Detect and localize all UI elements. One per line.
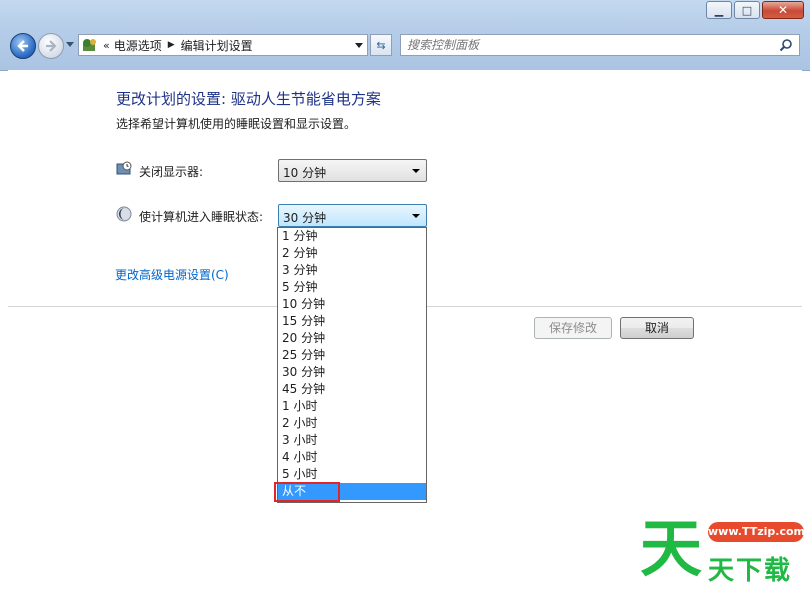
list-item[interactable]: 45 分钟 bbox=[278, 381, 426, 398]
monitor-clock-icon bbox=[116, 161, 132, 175]
list-item[interactable]: 5 分钟 bbox=[278, 279, 426, 296]
window-titlebar: ▁ □ ✕ « 电源选项 ▶ 编辑计划设置 ⇆ bbox=[0, 0, 810, 71]
search-box[interactable] bbox=[400, 34, 800, 56]
advanced-power-settings-link[interactable]: 更改高级电源设置(C) bbox=[115, 266, 229, 283]
display-off-label: 关闭显示器: bbox=[139, 165, 204, 179]
list-item[interactable]: 2 小时 bbox=[278, 415, 426, 432]
breadcrumb-overflow[interactable]: « bbox=[103, 39, 110, 52]
watermark-big-char: 天 bbox=[640, 512, 703, 585]
sleep-label: 使计算机进入睡眠状态: bbox=[139, 210, 264, 224]
chevron-down-icon bbox=[412, 214, 420, 218]
search-input[interactable] bbox=[407, 37, 767, 53]
list-item[interactable]: 30 分钟 bbox=[278, 364, 426, 381]
list-item[interactable]: 3 小时 bbox=[278, 432, 426, 449]
list-item[interactable]: 3 分钟 bbox=[278, 262, 426, 279]
list-item[interactable]: 5 小时 bbox=[278, 466, 426, 483]
save-button[interactable]: 保存修改 bbox=[534, 317, 612, 339]
minimize-icon: ▁ bbox=[714, 3, 724, 17]
list-item[interactable]: 25 分钟 bbox=[278, 347, 426, 364]
sleep-moon-icon bbox=[116, 206, 132, 222]
watermark-text: 天下载 bbox=[708, 556, 793, 586]
sleep-options-list[interactable]: 1 分钟 2 分钟 3 分钟 5 分钟 10 分钟 15 分钟 20 分钟 25… bbox=[277, 227, 427, 503]
list-item[interactable]: 1 小时 bbox=[278, 398, 426, 415]
page-title: 更改计划的设置: 驱动人生节能省电方案 bbox=[116, 90, 381, 108]
minimize-button[interactable]: ▁ bbox=[706, 1, 732, 19]
address-dropdown-icon[interactable] bbox=[355, 43, 363, 48]
chevron-down-icon bbox=[412, 169, 420, 173]
cancel-button[interactable]: 取消 bbox=[620, 317, 694, 339]
list-item[interactable]: 2 分钟 bbox=[278, 245, 426, 262]
sleep-value: 30 分钟 bbox=[283, 211, 327, 225]
breadcrumb-power-options[interactable]: 电源选项 bbox=[114, 37, 162, 54]
refresh-button[interactable]: ⇆ bbox=[370, 34, 392, 56]
sleep-select[interactable]: 30 分钟 bbox=[278, 204, 427, 227]
maximize-button[interactable]: □ bbox=[734, 1, 760, 19]
list-item[interactable]: 15 分钟 bbox=[278, 313, 426, 330]
annotation-highlight-box bbox=[274, 482, 340, 502]
search-icon[interactable] bbox=[779, 38, 793, 52]
arrow-left-icon bbox=[17, 40, 28, 52]
list-item[interactable]: 4 小时 bbox=[278, 449, 426, 466]
display-off-select[interactable]: 10 分钟 bbox=[278, 159, 427, 182]
watermark-logo: 天 www.TTzip.com 天下载 bbox=[620, 514, 810, 590]
maximize-icon: □ bbox=[741, 3, 753, 17]
list-item[interactable]: 20 分钟 bbox=[278, 330, 426, 347]
control-panel-icon bbox=[83, 39, 96, 51]
breadcrumb-edit-plan[interactable]: 编辑计划设置 bbox=[181, 37, 253, 54]
back-button[interactable] bbox=[10, 33, 36, 59]
list-item[interactable]: 1 分钟 bbox=[278, 228, 426, 245]
recent-pages-dropdown[interactable] bbox=[66, 42, 74, 47]
refresh-icon: ⇆ bbox=[376, 38, 386, 52]
forward-button[interactable] bbox=[38, 33, 64, 59]
close-button[interactable]: ✕ bbox=[762, 1, 804, 19]
close-icon: ✕ bbox=[777, 3, 789, 17]
page-subtitle: 选择希望计算机使用的睡眠设置和显示设置。 bbox=[116, 117, 357, 131]
breadcrumb-separator-icon[interactable]: ▶ bbox=[168, 40, 175, 50]
display-off-value: 10 分钟 bbox=[283, 166, 327, 180]
address-bar[interactable]: « 电源选项 ▶ 编辑计划设置 bbox=[78, 34, 368, 56]
arrow-right-icon bbox=[46, 40, 57, 52]
watermark-site: www.TTzip.com bbox=[708, 522, 805, 542]
caption-buttons: ▁ □ ✕ bbox=[704, 1, 804, 19]
list-item[interactable]: 10 分钟 bbox=[278, 296, 426, 313]
